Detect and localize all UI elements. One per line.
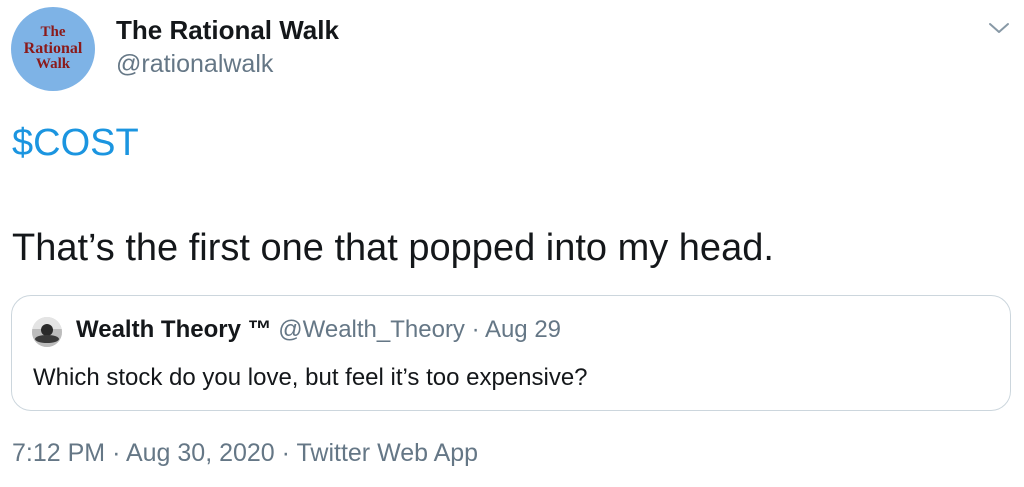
avatar-text-line-1: The — [40, 23, 66, 40]
cashtag-link[interactable]: $COST — [12, 122, 139, 165]
quoted-tweet-text: Which stock do you love, but feel it’s t… — [33, 364, 588, 391]
tweet-time: 7:12 PM — [12, 439, 106, 467]
avatar-text-line-3: Walk — [35, 56, 71, 73]
footer-separator-1: · — [112, 439, 121, 467]
author-handle[interactable]: @rationalwalk — [116, 50, 273, 79]
chevron-down-icon[interactable] — [988, 20, 1010, 36]
quoted-display-name: Wealth Theory ™ — [76, 316, 272, 343]
avatar-text-line-2: Rational — [23, 39, 83, 57]
tweet-text: That’s the first one that popped into my… — [12, 227, 774, 269]
quoted-author-avatar — [32, 317, 62, 347]
author-display-name[interactable]: The Rational Walk — [116, 15, 339, 46]
tweet-timestamp-link[interactable]: 7:12 PM · Aug 30, 2020 — [12, 439, 275, 467]
footer-separator-2: · — [281, 439, 290, 467]
tweet-footer: 7:12 PM · Aug 30, 2020 · Twitter Web App — [12, 439, 478, 468]
quoted-avatar-image — [32, 317, 62, 347]
tweet-source-link[interactable]: Twitter Web App — [297, 439, 479, 467]
quoted-date: Aug 29 — [484, 316, 562, 343]
quoted-separator: · — [471, 316, 480, 343]
quoted-tweet-card[interactable]: Wealth Theory ™ @Wealth_Theory · Aug 29 … — [11, 295, 1011, 411]
quoted-handle: @Wealth_Theory — [278, 316, 465, 343]
author-avatar[interactable]: The Rational Walk — [11, 7, 95, 91]
tweet-date: Aug 30, 2020 — [125, 439, 275, 467]
quoted-tweet-header: Wealth Theory ™ @Wealth_Theory · Aug 29 — [76, 316, 561, 344]
